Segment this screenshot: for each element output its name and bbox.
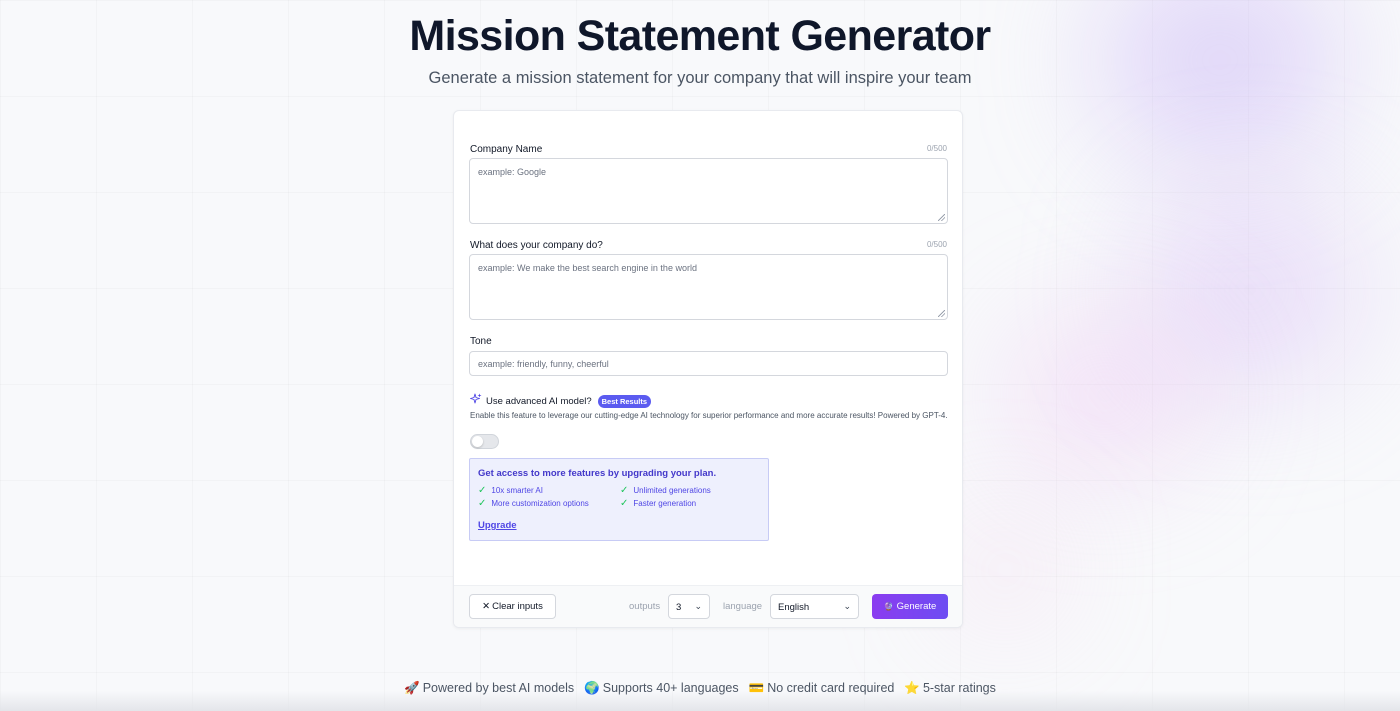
page-subtitle: Generate a mission statement for your co…: [428, 69, 972, 87]
advanced-model-description: Enable this feature to leverage our cutt…: [470, 411, 948, 420]
outputs-select[interactable]: 3 ⌄: [668, 594, 710, 619]
feature-label: 10x smarter AI: [491, 486, 543, 495]
sparkles-icon: [470, 392, 482, 410]
check-icon: ✓: [478, 497, 487, 509]
check-icon: ✓: [478, 484, 487, 496]
chevron-down-icon: ⌄: [694, 601, 702, 611]
company-name-count: 0/500: [926, 144, 947, 153]
background-blob: [1140, 190, 1360, 390]
resize-handle-icon[interactable]: [938, 214, 945, 221]
feature-label: More customization options: [491, 499, 589, 508]
generate-button[interactable]: 🔮 Generate: [872, 594, 948, 619]
company-does-count: 0/500: [926, 240, 947, 249]
background-blob: [960, 520, 1050, 620]
generator-form-card: Company Name 0/500 example: Google What …: [453, 110, 963, 628]
feature-label: Faster generation: [633, 499, 697, 508]
feature-item: ✓ More customization options: [478, 497, 589, 509]
advanced-model-row: Use advanced AI model? Best Results: [470, 392, 652, 410]
crystal-ball-icon: 🔮: [883, 602, 894, 611]
generate-label: Generate: [896, 601, 937, 612]
advanced-model-label: Use advanced AI model?: [486, 395, 592, 407]
upgrade-title: Get access to more features by upgrading…: [478, 468, 717, 479]
clear-inputs-button[interactable]: ✕ Clear inputs: [469, 594, 556, 619]
company-name-textarea[interactable]: example: Google: [469, 158, 948, 224]
clear-inputs-label: Clear inputs: [492, 601, 543, 612]
tone-input[interactable]: example: friendly, funny, cheerful: [469, 351, 948, 376]
page-title: Mission Statement Generator: [409, 12, 991, 60]
upgrade-link[interactable]: Upgrade: [478, 520, 517, 531]
outputs-value: 3: [676, 602, 682, 613]
company-name-label: Company Name: [470, 144, 543, 155]
best-results-badge: Best Results: [597, 394, 652, 408]
company-does-placeholder: example: We make the best search engine …: [478, 263, 697, 273]
company-does-textarea[interactable]: example: We make the best search engine …: [469, 254, 948, 320]
language-label: language: [723, 601, 763, 612]
check-icon: ✓: [620, 484, 629, 496]
company-does-label: What does your company do?: [470, 240, 603, 251]
feature-label: Unlimited generations: [633, 486, 711, 495]
bottom-fade: [0, 691, 1400, 711]
outputs-label: outputs: [629, 601, 661, 612]
form-footer: ✕ Clear inputs outputs 3 ⌄ language Engl…: [454, 585, 962, 627]
background-blob: [1010, 320, 1200, 470]
check-icon: ✓: [620, 497, 629, 509]
upgrade-callout: Get access to more features by upgrading…: [469, 458, 769, 541]
advanced-model-toggle[interactable]: [470, 434, 499, 449]
feature-item: ✓ Unlimited generations: [620, 484, 711, 496]
feature-item: ✓ 10x smarter AI: [478, 484, 543, 496]
chevron-down-icon: ⌄: [843, 601, 851, 611]
close-icon: ✕: [482, 601, 491, 612]
toggle-knob: [472, 436, 483, 447]
tone-placeholder: example: friendly, funny, cheerful: [478, 359, 609, 369]
language-value: English: [778, 602, 810, 613]
language-select[interactable]: English ⌄: [770, 594, 859, 619]
company-name-placeholder: example: Google: [478, 167, 547, 177]
tone-label: Tone: [470, 336, 492, 347]
resize-handle-icon[interactable]: [938, 310, 945, 317]
feature-item: ✓ Faster generation: [620, 497, 697, 509]
